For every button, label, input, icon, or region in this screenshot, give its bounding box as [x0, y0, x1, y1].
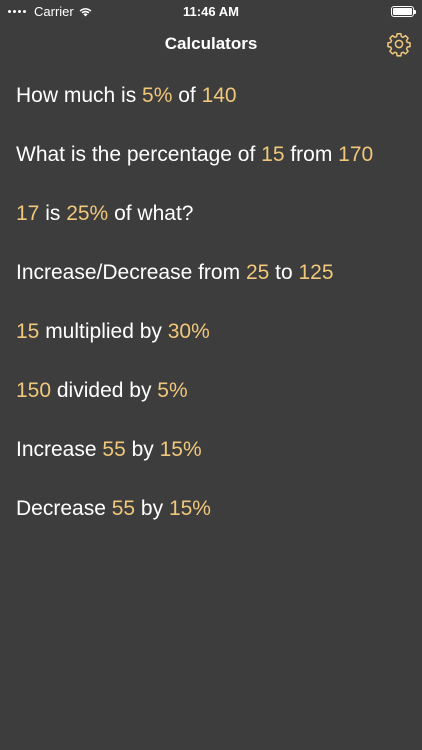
calculator-value: 30%: [167, 319, 210, 343]
calculator-value: 15%: [159, 437, 202, 461]
calculator-row[interactable]: 15 multiplied by 30%: [0, 302, 422, 361]
calculator-row[interactable]: 150 divided by 5%: [0, 361, 422, 420]
calculator-value: 15%: [168, 496, 211, 520]
calculator-text: of: [172, 83, 202, 107]
calculator-value: 5%: [142, 83, 173, 107]
calculator-list: How much is 5% of 140 What is the percent…: [0, 66, 422, 538]
calculator-row[interactable]: 17 is 25% of what?: [0, 184, 422, 243]
calculator-text: by: [125, 437, 160, 461]
calculator-value: 170: [338, 142, 374, 166]
calculator-row[interactable]: Increase 55 by 15%: [0, 420, 422, 479]
carrier-label: Carrier: [34, 3, 74, 19]
calculator-text: What is the percentage of: [16, 142, 262, 166]
calculator-value: 15: [261, 142, 285, 166]
page-title: Calculators: [164, 34, 258, 53]
calculator-value: 125: [298, 260, 334, 284]
calculator-text: to: [269, 260, 299, 284]
calculator-value: 25: [245, 260, 270, 284]
gear-icon[interactable]: [386, 31, 412, 57]
calculator-text: Increase: [16, 437, 103, 461]
calculator-value: 55: [111, 496, 136, 520]
calculator-text: is: [39, 201, 67, 225]
calculator-value: 25%: [66, 201, 109, 225]
calculator-text: multiplied by: [39, 319, 168, 343]
calculator-row[interactable]: Increase/Decrease from 25 to 125: [0, 243, 422, 302]
calculator-text: from: [284, 142, 339, 166]
calculator-text: How much is: [16, 83, 143, 107]
calculator-text: by: [135, 496, 169, 520]
calculator-value: 55: [102, 437, 126, 461]
navigation-bar: Calculators: [0, 22, 422, 66]
calculator-text: of what?: [108, 201, 194, 225]
calculator-row[interactable]: Decrease 55 by 15%: [0, 479, 422, 538]
calculator-text: Increase/Decrease from: [16, 260, 246, 284]
battery-fill: [393, 7, 412, 15]
status-bar: Carrier 11:46 AM: [0, 0, 422, 22]
calculator-value: 140: [201, 83, 237, 107]
battery-icon: [391, 5, 416, 17]
calculator-text: divided by: [51, 378, 158, 402]
signal-icon: [8, 9, 26, 13]
wifi-icon: [79, 7, 92, 16]
calculator-row[interactable]: What is the percentage of 15 from 170: [0, 125, 422, 184]
calculator-value: 150: [16, 378, 52, 402]
status-left: Carrier: [8, 4, 93, 19]
calculator-row[interactable]: How much is 5% of 140: [0, 66, 422, 125]
calculator-value: 15: [16, 319, 40, 343]
calculator-value: 17: [16, 201, 40, 225]
calculator-text: Decrease: [16, 496, 112, 520]
calculator-value: 5%: [157, 378, 188, 402]
